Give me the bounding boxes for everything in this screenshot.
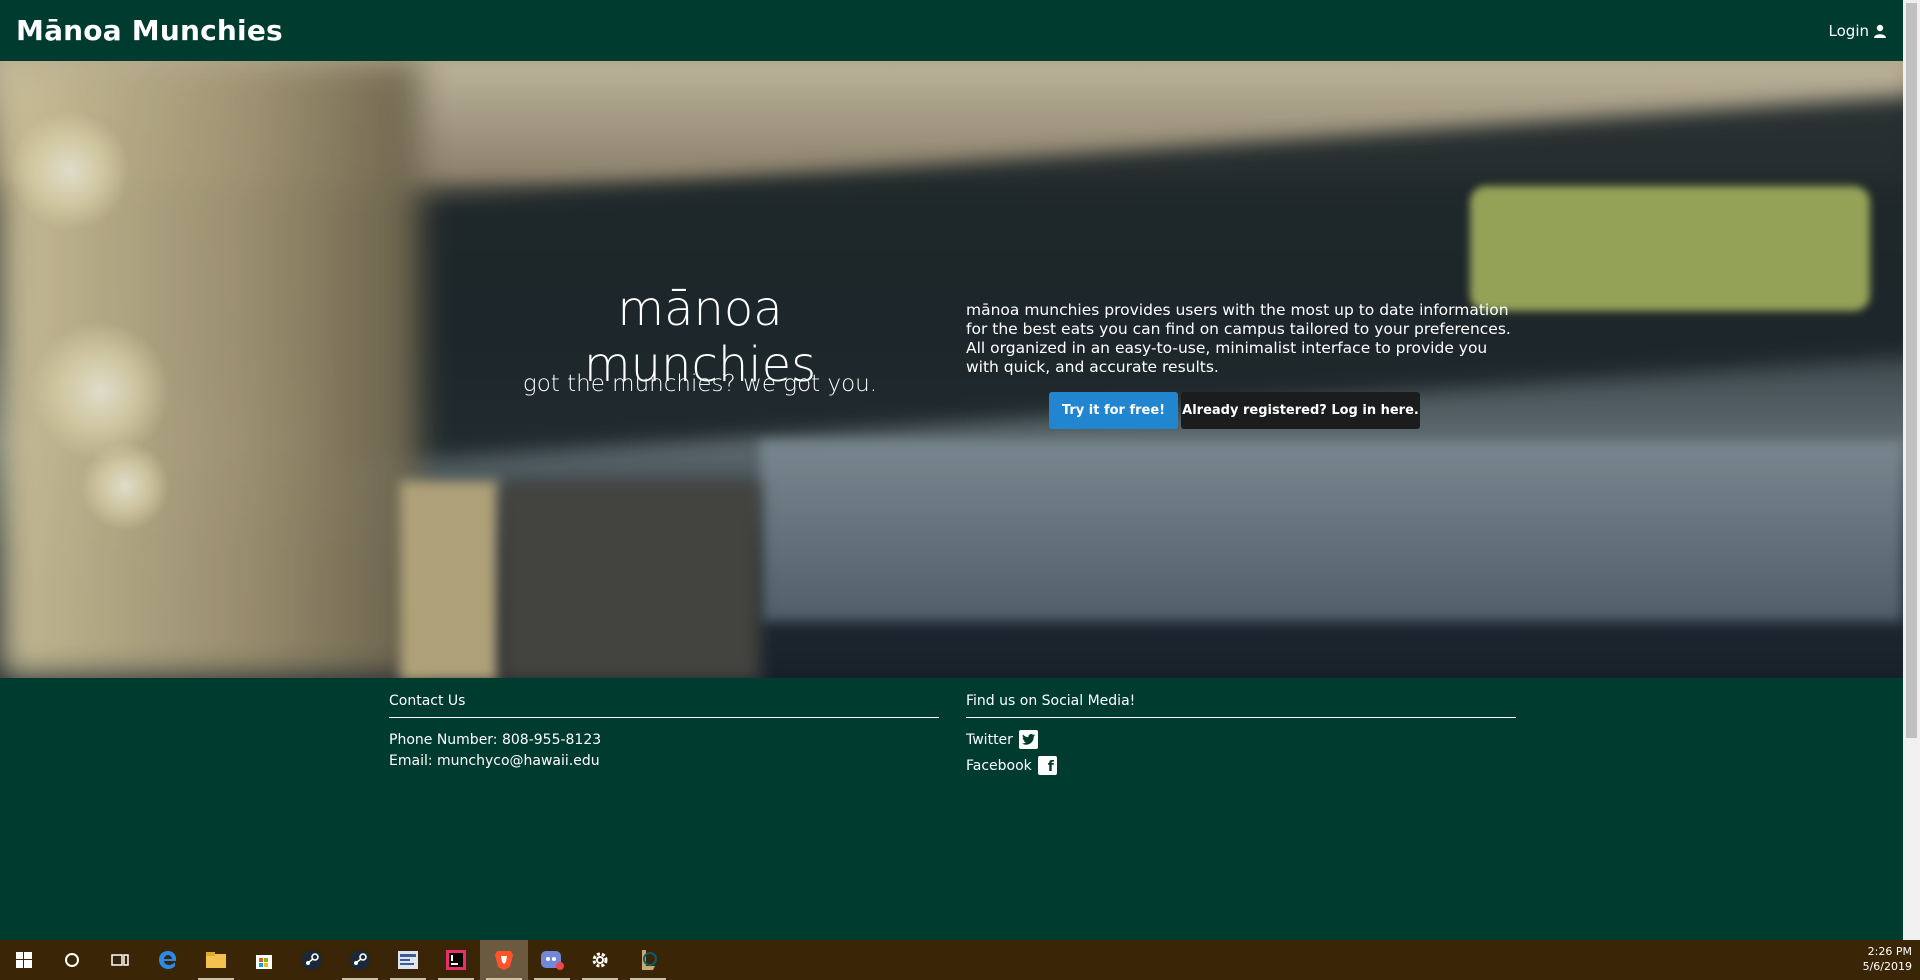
steam-icon-2[interactable] bbox=[336, 940, 384, 980]
twitter-link[interactable]: Twitter bbox=[966, 730, 1516, 749]
login-label: Login bbox=[1828, 21, 1869, 40]
twitter-label: Twitter bbox=[966, 731, 1013, 748]
steam-icon[interactable] bbox=[288, 940, 336, 980]
navbar: Mānoa Munchies Login bbox=[0, 0, 1903, 61]
league-icon[interactable] bbox=[624, 940, 672, 980]
footer: Contact Us Phone Number: 808-955-8123 Em… bbox=[0, 678, 1903, 940]
try-free-button[interactable]: Try it for free! bbox=[1049, 392, 1178, 429]
hero-overlay bbox=[0, 61, 1903, 678]
facebook-icon: f bbox=[1037, 756, 1057, 775]
contact-heading: Contact Us bbox=[389, 693, 939, 718]
facebook-label: Facebook bbox=[966, 757, 1032, 774]
page-scrollbar[interactable] bbox=[1903, 0, 1920, 940]
user-icon bbox=[1874, 24, 1886, 38]
contact-phone: Phone Number: 808-955-8123 bbox=[389, 732, 602, 748]
discord-icon[interactable] bbox=[528, 940, 576, 980]
cortana-icon[interactable] bbox=[48, 940, 96, 980]
store-icon[interactable] bbox=[240, 940, 288, 980]
hero-subtitle: got the munchies? we got you. bbox=[522, 371, 878, 397]
facebook-link[interactable]: Facebook f bbox=[966, 756, 1516, 775]
scrollbar-thumb[interactable] bbox=[1906, 3, 1917, 738]
hero-section: mānoa munchies got the munchies? we got … bbox=[0, 61, 1903, 678]
hero-description: mānoa munchies provides users with the m… bbox=[966, 301, 1511, 376]
taskbar bbox=[0, 940, 1920, 980]
task-view-icon[interactable] bbox=[96, 940, 144, 980]
contact-email: Email: munchyco@hawaii.edu bbox=[389, 753, 600, 769]
brand-title[interactable]: Mānoa Munchies bbox=[16, 14, 283, 47]
intellij-icon[interactable] bbox=[432, 940, 480, 980]
clock-date: 5/6/2019 bbox=[1862, 960, 1912, 973]
app-icon[interactable] bbox=[384, 940, 432, 980]
taskbar-clock[interactable]: 2:26 PM 5/6/2019 bbox=[1863, 944, 1912, 974]
login-here-button[interactable]: Already registered? Log in here. bbox=[1181, 392, 1420, 429]
social-section: Find us on Social Media! Twitter Faceboo… bbox=[966, 693, 1516, 782]
social-heading: Find us on Social Media! bbox=[966, 693, 1516, 718]
clock-time: 2:26 PM bbox=[1867, 945, 1912, 958]
file-explorer-icon[interactable] bbox=[192, 940, 240, 980]
login-button[interactable]: Login bbox=[1829, 22, 1887, 40]
settings-icon[interactable] bbox=[576, 940, 624, 980]
twitter-icon bbox=[1018, 730, 1038, 749]
contact-section: Contact Us Phone Number: 808-955-8123 Em… bbox=[389, 693, 939, 772]
brave-icon[interactable] bbox=[480, 940, 528, 980]
edge-icon[interactable] bbox=[144, 940, 192, 980]
windows-start-icon[interactable] bbox=[0, 940, 48, 980]
